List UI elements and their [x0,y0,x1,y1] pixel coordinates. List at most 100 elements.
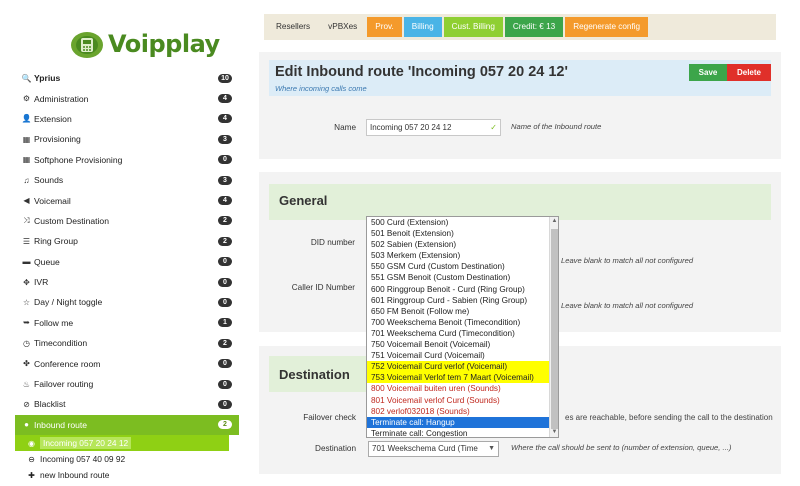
topbar-button-prov[interactable]: Prov. [367,17,402,37]
sidebar-item-queue[interactable]: ▬ Queue 0 [15,252,239,272]
dropdown-option[interactable]: 801 Voicemail verlof Curd (Sounds) [367,395,550,406]
sidebar-item-blacklist[interactable]: ⊘ Blacklist 0 [15,394,239,414]
dropdown-option[interactable]: 700 Weekschema Benoit (Timecondition) [367,317,550,328]
scroll-down-icon[interactable]: ▼ [550,428,558,437]
sidebar-item-inbound-route[interactable]: ● Inbound route 2 [15,414,239,436]
dropdown-option[interactable]: 600 Ringgroup Benoit - Curd (Ring Group) [367,284,550,295]
dropdown-scrollbar[interactable]: ▲ ▼ [549,217,558,437]
sidebar-item-label: Blacklist [34,399,66,410]
top-toolbar: Resellers vPBXes Prov. Billing Cust. Billing… [264,14,776,40]
name-field-value: Incoming 057 20 24 12 [370,123,452,132]
sidebar-item-label: Provisioning [34,134,81,145]
scroll-up-icon[interactable]: ▲ [550,217,558,226]
count-badge: 2 [218,216,232,226]
name-field[interactable]: Incoming 057 20 24 12 ✓ [366,119,501,136]
topbar-button-billing[interactable]: Billing [403,17,442,37]
sidebar-item-label: Sounds [34,175,64,186]
sidebar-item-yprius[interactable]: 🔍 Yprius 10 [15,68,239,88]
shuffle-icon: ⤨ [23,215,30,225]
dropdown-option[interactable]: 551 GSM Benoit (Custom Destination) [367,272,550,283]
dropdown-option[interactable]: 753 Voicemail Verlof tem 7 Maart (Voicem… [367,372,550,384]
sidebar-item-sounds[interactable]: ♫ Sounds 3 [15,170,239,190]
list-icon: ☰ [22,236,31,246]
sidebar-item-label: Inbound route [34,419,88,430]
sidebar: Voipplay 🔍 Yprius 10 ⚙ Administration 4 👤 Exten… [15,12,239,486]
sidebar-item-label: Timecondition [34,338,88,349]
destination-label: Destination [315,444,356,453]
dropdown-option[interactable]: 502 Sabien (Extension) [367,239,550,250]
sidebar-item-label: Follow me [34,317,74,328]
topbar-button-resellers[interactable]: Resellers [268,17,318,37]
callerid-label: Caller ID Number [291,283,355,292]
grid-icon: ▦ [22,134,31,144]
sidebar-item-label: Yprius [34,73,61,84]
dropdown-option[interactable]: 752 Voicemail Curd verlof (Voicemail) [367,361,550,373]
callerid-hint: Leave blank to match all not configured [561,301,694,310]
sidebar-item-label: Administration [34,93,89,104]
sidebar-item-extension[interactable]: 👤 Extension 4 [15,109,239,129]
dropdown-option[interactable]: 751 Voicemail Curd (Voicemail) [367,350,550,361]
sidebar-subitem[interactable]: ⊖ Incoming 057 40 09 92 [15,451,239,467]
topbar-button-cust-billing[interactable]: Cust. Billing [443,17,503,37]
gear-icon: ⚙ [22,94,31,104]
dropdown-option[interactable]: 800 Voicemail buiten uren (Sounds) [367,383,550,394]
sidebar-item-provisioning[interactable]: ▦ Provisioning 3 [15,129,239,149]
sidebar-item-softphone-provisioning[interactable]: ▦ Softphone Provisioning 0 [15,150,239,170]
dropdown-option[interactable]: 802 verlof032018 (Sounds) [367,406,550,417]
sidebar-item-label: Softphone Provisioning [34,154,123,165]
blacklist-icon: ⊘ [23,399,30,409]
count-badge: 4 [218,114,232,124]
count-badge: 0 [218,297,232,307]
count-badge: 2 [218,338,232,348]
sidebar-item-ring-group[interactable]: ☰ Ring Group 2 [15,231,239,251]
sidebar-subitem[interactable]: ✚ new Inbound route [15,467,239,483]
music-icon: ♫ [23,175,30,185]
count-badge: 0 [218,359,232,369]
sidebar-item-day-night-toggle[interactable]: ☆ Day / Night toggle 0 [15,292,239,312]
delete-button[interactable]: Delete [727,64,771,81]
count-badge: 0 [218,257,232,267]
general-title: General [279,193,328,208]
sidebar-item-timecondition[interactable]: ◷ Timecondition 2 [15,333,239,353]
sidebar-item-follow-me[interactable]: ➥ Follow me 1 [15,313,239,333]
name-hint: Name of the Inbound route [511,122,602,131]
count-badge: 0 [218,277,232,287]
topbar-button-vpbxes[interactable]: vPBXes [320,17,365,37]
speaker-icon: ◀ [23,196,30,206]
count-badge: 3 [218,134,232,144]
dropdown-option[interactable]: Terminate call: Congestion [367,428,550,437]
destination-dropdown-list[interactable]: 500 Curd (Extension) 501 Benoit (Extensio… [366,216,559,438]
sidebar-item-conference-room[interactable]: ✤ Conference room 0 [15,353,239,373]
phone-logo-icon [69,29,105,59]
sidebar-item-custom-destination[interactable]: ⤨ Custom Destination 2 [15,211,239,231]
scrollbar-thumb[interactable] [551,229,558,429]
brand-name: Voipplay [108,30,220,58]
dropdown-option[interactable]: 650 FM Benoit (Follow me) [367,306,550,317]
save-button[interactable]: Save [689,64,727,81]
sidebar-item-label: Queue [34,256,60,267]
dropdown-option[interactable]: 750 Voicemail Benoit (Voicemail) [367,339,550,350]
dropdown-option[interactable]: 550 GSM Curd (Custom Destination) [367,261,550,272]
destination-select[interactable]: 701 Weekschema Curd (Time ▼ [368,441,499,457]
destination-title: Destination [279,367,350,382]
sidebar-item-ivr[interactable]: ✥ IVR 0 [15,272,239,292]
count-badge: 0 [218,155,232,165]
user-icon: 👤 [21,114,32,124]
ivr-icon: ✥ [23,277,30,287]
dropdown-option[interactable]: 500 Curd (Extension) [367,217,550,228]
chevron-down-icon: ▼ [488,445,495,452]
sidebar-subitem[interactable]: ◉ Incoming 057 20 24 12 [15,435,229,452]
dropdown-option[interactable]: 601 Ringgroup Curd - Sabien (Ring Group) [367,295,550,306]
dropdown-option[interactable]: 503 Merkem (Extension) [367,250,550,261]
sidebar-item-administration[interactable]: ⚙ Administration 4 [15,88,239,108]
edit-panel: Edit Inbound route 'Incoming 057 20 24 1… [259,52,781,159]
dropdown-option[interactable]: 501 Benoit (Extension) [367,228,550,239]
sidebar-item-failover-routing[interactable]: ♨ Failover routing 0 [15,374,239,394]
topbar-button-regenerate-config[interactable]: Regenerate config [565,17,649,37]
sidebar-item-voicemail[interactable]: ◀ Voicemail 4 [15,190,239,210]
radio-selected-icon: ◉ [28,438,35,448]
topbar-button-credit-13[interactable]: Credit: € 13 [504,17,564,37]
flame-icon: ♨ [22,379,31,389]
dropdown-option[interactable]: 701 Weekschema Curd (Timecondition) [367,328,550,339]
dropdown-option[interactable]: Terminate call: Hangup [367,416,550,428]
